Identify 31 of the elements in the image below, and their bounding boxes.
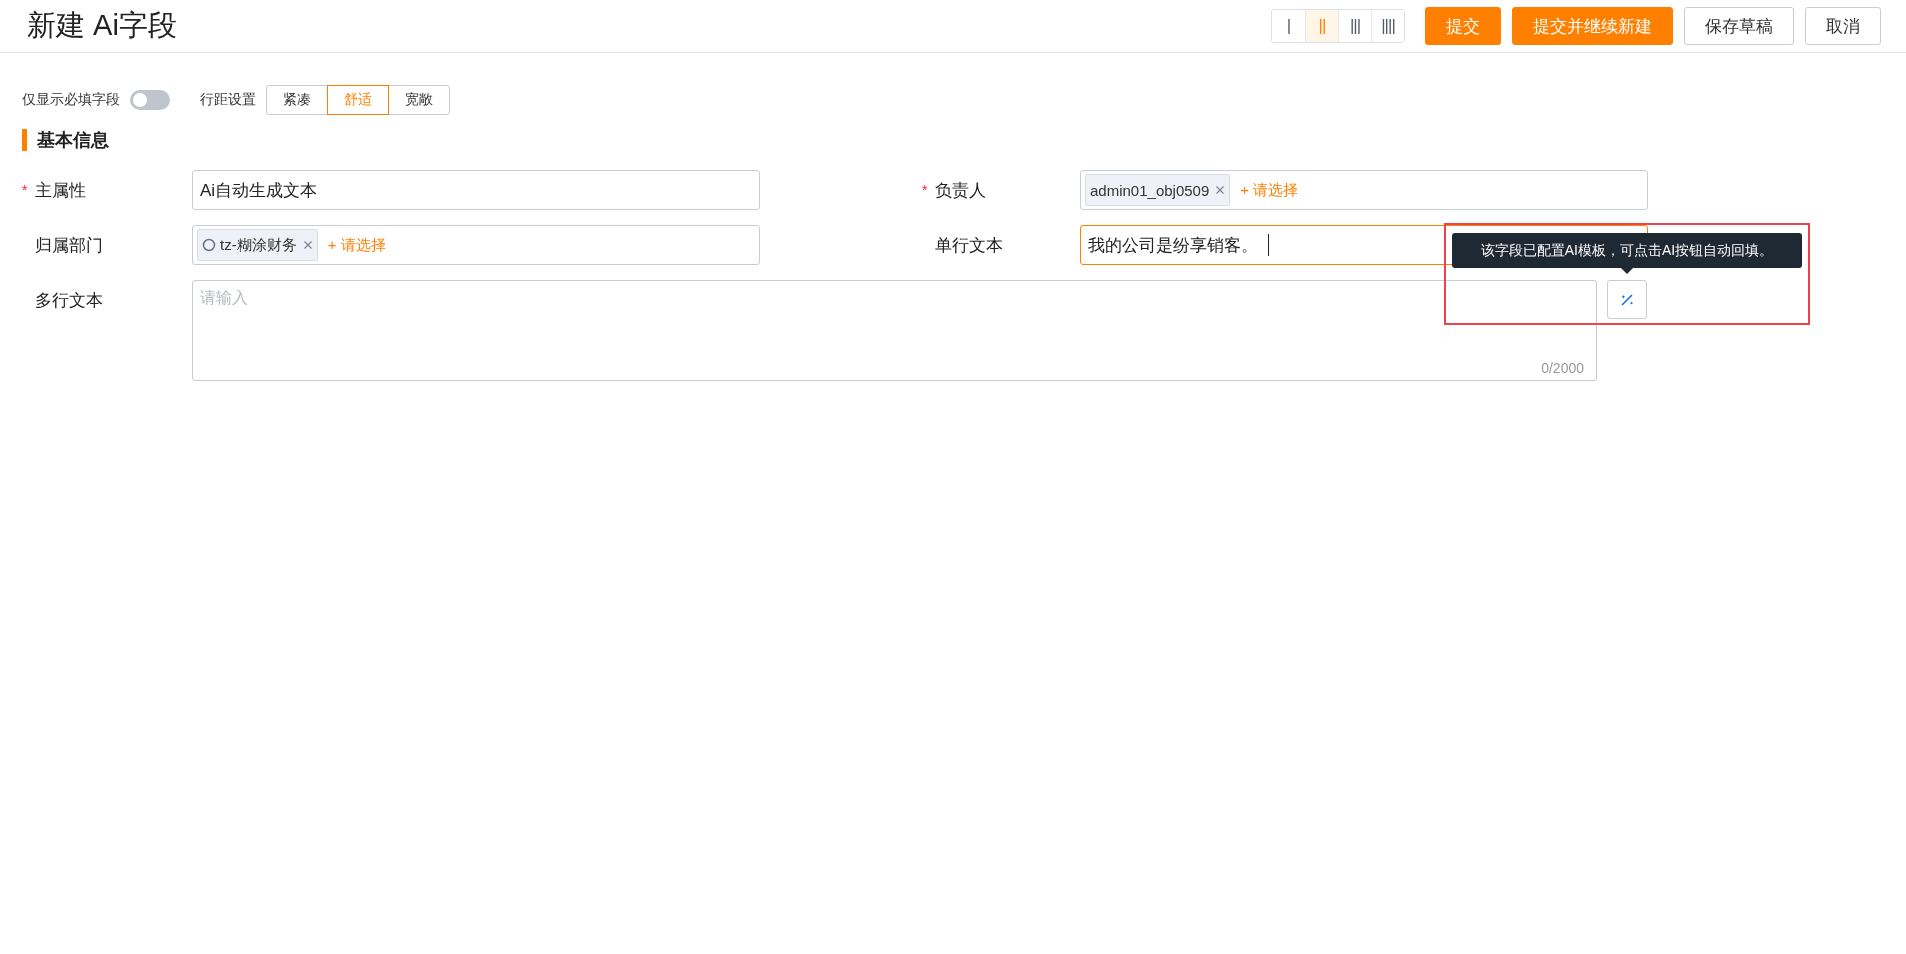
circle-icon <box>202 238 216 252</box>
toggle-switch[interactable] <box>130 90 170 110</box>
text-cursor <box>1268 234 1269 256</box>
column-layout-option[interactable]: |||| <box>1371 10 1404 42</box>
ai-fill-button[interactable] <box>1607 280 1647 319</box>
selected-tag[interactable]: tz-糊涂财务 <box>197 229 318 261</box>
text-input[interactable]: Ai自动生成文本 <box>192 170 760 210</box>
action-button[interactable]: 保存草稿 <box>1684 7 1794 45</box>
row-spacing-label: 行距设置 <box>200 91 256 109</box>
character-counter: 0/2000 <box>1541 360 1584 376</box>
action-button[interactable]: 取消 <box>1805 7 1881 45</box>
select-field[interactable]: tz-糊涂财务 + 请选择 <box>192 225 760 265</box>
field-label: 归属部门 <box>34 234 103 257</box>
close-icon[interactable] <box>302 240 313 250</box>
selected-tag[interactable]: admin01_obj0509 <box>1085 174 1231 206</box>
required-mark: * <box>922 182 929 198</box>
tooltip: 该字段已配置AI模板，可点击AI按钮自动回填。 <box>1452 233 1802 268</box>
field-label: 单行文本 <box>934 234 1003 257</box>
close-icon[interactable] <box>1215 185 1226 195</box>
section-title: 基本信息 <box>22 129 1884 151</box>
field-label: 多行文本 <box>34 289 103 312</box>
tooltip-pointer <box>1621 268 1633 274</box>
page-title: 新建 Ai字段 <box>27 8 177 43</box>
required-mark: * <box>22 182 29 198</box>
row-spacing-option[interactable]: 紧凑 <box>266 85 328 115</box>
required-only-label: 仅显示必填字段 <box>22 91 120 109</box>
select-field[interactable]: admin01_obj0509 + 请选择 <box>1080 170 1648 210</box>
field-label: 负责人 <box>935 179 986 202</box>
field-label: 主属性 <box>35 179 86 202</box>
textarea-placeholder: 请输入 <box>200 289 248 306</box>
row-spacing-option[interactable]: 宽敞 <box>388 85 450 115</box>
